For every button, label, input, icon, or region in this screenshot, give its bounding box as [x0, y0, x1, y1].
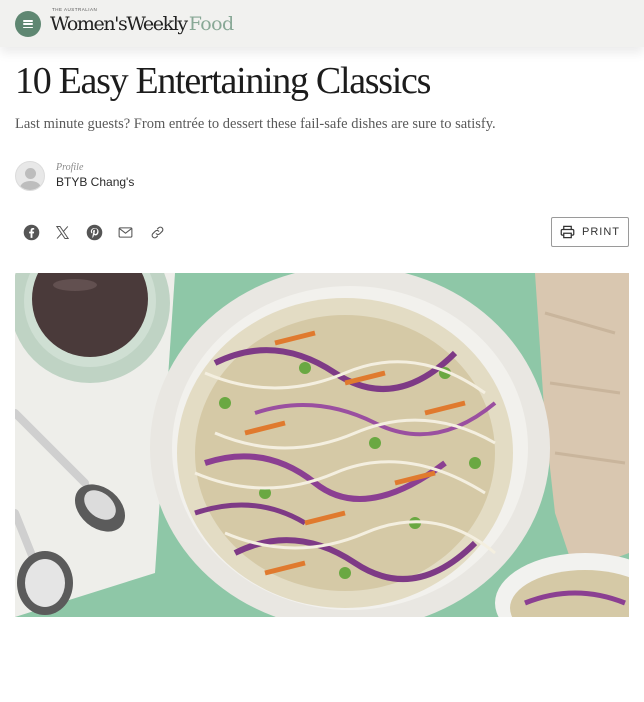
- user-placeholder-icon: [25, 168, 36, 179]
- avatar: [15, 161, 45, 191]
- hamburger-menu-icon: [23, 20, 33, 28]
- email-icon[interactable]: [117, 223, 135, 241]
- menu-button[interactable]: [15, 11, 41, 37]
- page-title: 10 Easy Entertaining Classics: [15, 60, 431, 102]
- print-button[interactable]: PRINT: [551, 217, 629, 247]
- facebook-icon[interactable]: [22, 223, 40, 241]
- logo-brand: Women'sWeekly: [50, 13, 188, 35]
- noodle-salad-photo: [15, 273, 629, 617]
- print-label: PRINT: [582, 226, 620, 238]
- logo-section: Food: [188, 13, 234, 35]
- pinterest-icon[interactable]: [85, 223, 103, 241]
- author-name[interactable]: BTYB Chang's: [56, 175, 134, 190]
- x-twitter-icon[interactable]: [54, 223, 72, 241]
- link-icon[interactable]: [148, 223, 166, 241]
- author-label: Profile: [56, 162, 84, 173]
- site-logo[interactable]: THE AUSTRALIAN Women'sWeekly Food: [50, 7, 234, 37]
- printer-icon: [560, 225, 575, 239]
- hero-image: [15, 273, 629, 617]
- page-subtitle: Last minute guests? From entrée to desse…: [15, 116, 496, 132]
- author-block[interactable]: Profile BTYB Chang's: [15, 160, 134, 192]
- logo-tagline: THE AUSTRALIAN: [52, 7, 98, 12]
- site-header: THE AUSTRALIAN Women'sWeekly Food: [0, 0, 644, 47]
- share-bar: [22, 222, 180, 242]
